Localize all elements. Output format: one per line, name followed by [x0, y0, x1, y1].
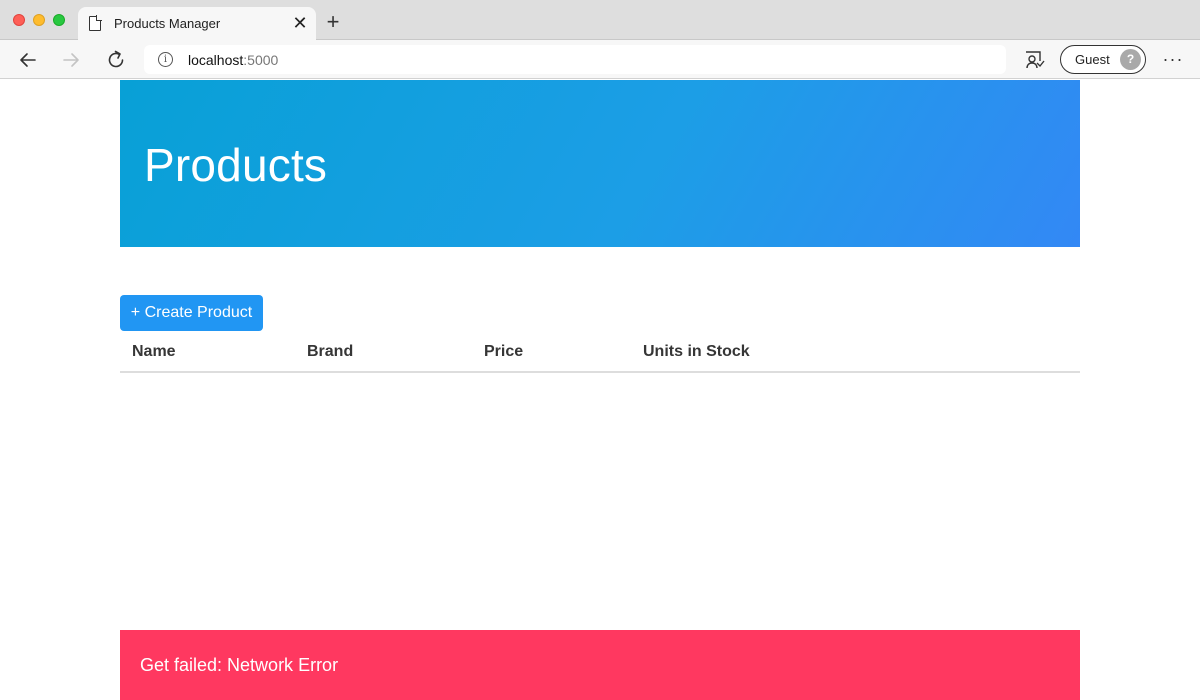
- url-port: :5000: [243, 52, 279, 68]
- column-header-brand: Brand: [307, 343, 354, 360]
- info-icon[interactable]: i: [158, 52, 173, 67]
- more-icon[interactable]: ···: [1160, 47, 1186, 73]
- page-icon: [89, 15, 102, 31]
- column-header-name: Name: [132, 343, 176, 360]
- profile-button[interactable]: Guest ?: [1060, 45, 1146, 74]
- zoom-window-button[interactable]: [53, 14, 65, 26]
- reload-icon[interactable]: [103, 47, 129, 73]
- column-header-price: Price: [484, 343, 524, 360]
- create-product-button[interactable]: + Create Product: [120, 295, 263, 331]
- close-window-button[interactable]: [13, 14, 25, 26]
- guest-avatar-icon: ?: [1120, 49, 1141, 70]
- tab-title: Products Manager: [114, 16, 221, 31]
- reading-mode-icon[interactable]: [1022, 48, 1046, 72]
- browser-titlebar: Products Manager ✕ +: [0, 0, 1200, 41]
- minimize-window-button[interactable]: [33, 14, 45, 26]
- profile-label: Guest: [1075, 52, 1110, 67]
- browser-tab[interactable]: Products Manager ✕: [78, 7, 316, 41]
- url-host: localhost: [188, 52, 244, 68]
- page-content: Products + Create Product Name Brand Pri…: [0, 80, 1200, 700]
- close-tab-icon[interactable]: ✕: [292, 13, 308, 33]
- back-icon[interactable]: [15, 47, 41, 73]
- error-message: Get failed: Network Error: [140, 655, 339, 675]
- url-text[interactable]: localhost:5000: [188, 52, 278, 68]
- address-bar[interactable]: i localhost:5000: [144, 45, 1006, 74]
- browser-toolbar: i localhost:5000 Guest ? ···: [0, 40, 1200, 79]
- new-tab-icon[interactable]: +: [322, 11, 344, 33]
- page-title: Products: [144, 139, 328, 191]
- error-notification: Get failed: Network Error: [120, 630, 1080, 700]
- forward-icon[interactable]: [58, 47, 84, 73]
- hero-banner: Products: [120, 80, 1080, 247]
- products-table-header: Name Brand Price Units in Stock: [120, 334, 1080, 373]
- column-header-units-in-stock: Units in Stock: [643, 343, 750, 360]
